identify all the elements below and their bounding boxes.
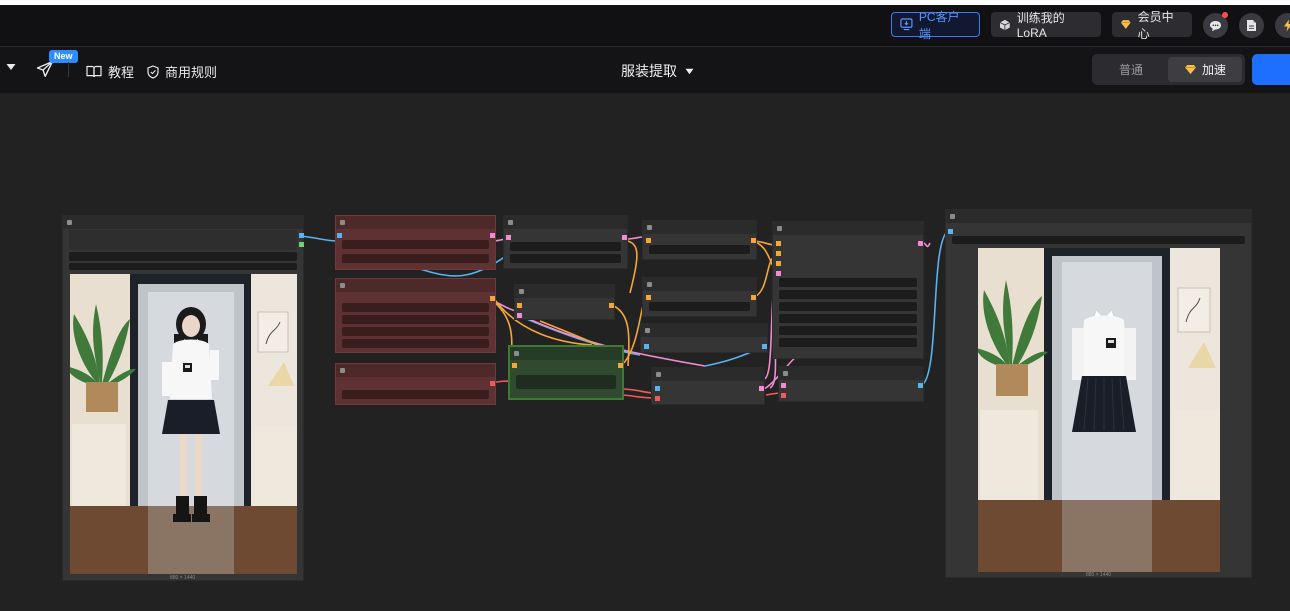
node-canvas[interactable]: 880 × 1440 880 × 1440 — [0, 93, 1290, 611]
vip-center-label: 会员中心 — [1137, 9, 1174, 41]
document-icon — [1247, 20, 1256, 31]
top-bar: PC客户端 训练我的LoRA 会员中心 — [0, 5, 1290, 47]
dark-node-4[interactable] — [642, 277, 757, 317]
input-image-size: 880 × 1440 — [170, 575, 196, 581]
output-image-size: 880 × 1440 — [1086, 572, 1112, 578]
diamond-icon — [1120, 20, 1131, 29]
input-image-preview — [70, 274, 297, 574]
new-badge: New — [49, 50, 78, 63]
messages-button[interactable] — [1203, 12, 1228, 38]
load-image-node[interactable]: 880 × 1440 — [62, 215, 304, 581]
workflow-title: 服装提取 — [621, 63, 677, 79]
tutorial-label: 教程 — [108, 65, 135, 80]
caret-down-icon — [685, 68, 694, 74]
shield-icon — [147, 64, 159, 79]
mode-fast-option[interactable]: 加速 — [1168, 57, 1242, 82]
vip-center-button[interactable]: 会员中心 — [1112, 10, 1192, 41]
dark-node-1[interactable] — [503, 215, 628, 269]
red-node-2[interactable] — [335, 278, 496, 353]
train-lora-label: 训练我的LoRA — [1016, 11, 1065, 40]
commercial-rules-button[interactable]: 商用规则 — [147, 62, 217, 81]
clothing-photo-output — [978, 248, 1220, 572]
lightning-icon — [1283, 19, 1290, 32]
notification-dot — [1222, 12, 1228, 18]
pc-client-label: PC客户端 — [918, 9, 960, 41]
monitor-download-icon — [900, 18, 913, 31]
pc-client-button[interactable]: PC客户端 — [891, 10, 980, 41]
train-lora-button[interactable]: 训练我的LoRA — [991, 11, 1101, 40]
lightning-button[interactable] — [1275, 13, 1290, 38]
workflow-title-dropdown[interactable]: 服装提取 — [621, 61, 694, 81]
mode-fast-label: 加速 — [1201, 63, 1226, 77]
diamond-icon — [1184, 65, 1196, 74]
tutorial-button[interactable]: 教程 — [86, 62, 134, 81]
red-node-1[interactable] — [335, 215, 496, 270]
workflow-toolbar: New 教程 商用规则 服装提取 普通 加速 — [0, 47, 1290, 93]
menu-dropdown-button[interactable] — [6, 63, 16, 71]
toolbar-divider — [68, 62, 69, 77]
dark-node-6[interactable] — [651, 367, 765, 405]
chat-bubble-icon — [1210, 20, 1221, 31]
dark-node-7[interactable] — [772, 221, 924, 359]
mode-normal-label: 普通 — [1118, 63, 1143, 77]
files-button[interactable] — [1239, 13, 1264, 38]
output-image-preview — [978, 248, 1220, 572]
dark-node-3[interactable] — [642, 220, 757, 260]
green-node[interactable] — [508, 345, 624, 400]
cube-icon — [999, 19, 1010, 30]
speed-mode-toggle: 普通 加速 — [1092, 54, 1245, 85]
red-node-3[interactable] — [335, 363, 496, 405]
model-photo-input — [70, 274, 297, 574]
preview-image-node[interactable]: 880 × 1440 — [945, 209, 1252, 578]
commercial-rules-label: 商用规则 — [165, 65, 218, 80]
caret-down-icon — [6, 64, 16, 70]
open-book-icon — [86, 65, 102, 78]
mode-normal-option[interactable]: 普通 — [1095, 57, 1167, 82]
dark-node-8[interactable] — [778, 366, 924, 402]
run-button[interactable] — [1252, 54, 1290, 85]
dark-node-5[interactable] — [640, 323, 768, 353]
dark-node-2[interactable] — [514, 284, 615, 320]
